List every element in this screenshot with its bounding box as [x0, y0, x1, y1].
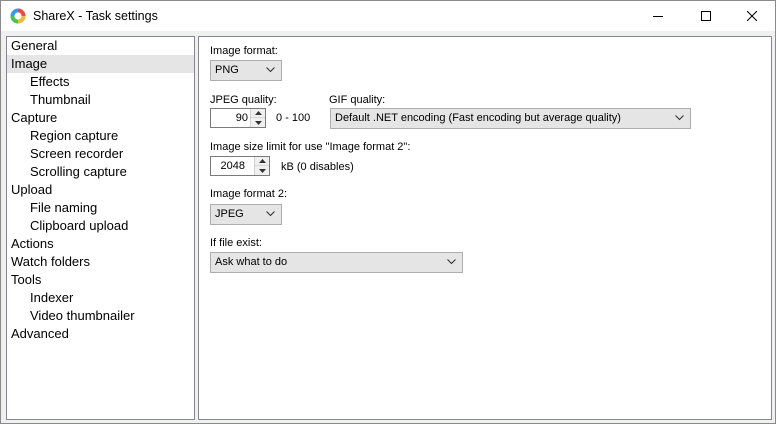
tree-item-image[interactable]: Image: [7, 55, 194, 73]
title-bar[interactable]: ShareX - Task settings: [1, 1, 775, 31]
arrow-up-icon: [258, 159, 266, 163]
gif-quality-select[interactable]: Default .NET encoding (Fast encoding but…: [330, 108, 691, 129]
size-limit-unit: kB (0 disables): [281, 161, 354, 173]
gif-quality-label: GIF quality:: [329, 94, 386, 106]
size-limit-label: Image size limit for use "Image format 2…: [210, 141, 411, 153]
spin-down-button[interactable]: [251, 118, 265, 127]
image-format-2-select[interactable]: JPEG: [210, 204, 282, 225]
tree-item-capture[interactable]: Capture: [7, 109, 194, 127]
tree-item-video-thumbnailer[interactable]: Video thumbnailer: [7, 307, 194, 325]
tree-item-label: General: [11, 38, 58, 53]
maximize-button[interactable]: [683, 1, 729, 31]
sharex-logo-icon: [10, 8, 26, 24]
spin-up-button[interactable]: [251, 109, 265, 118]
tree-item-general[interactable]: General: [7, 37, 194, 55]
task-settings-window: ShareX - Task settings General Image Eff…: [0, 0, 776, 424]
tree-item-region-capture[interactable]: Region capture: [7, 127, 194, 145]
settings-tree[interactable]: General Image Effects Thumbnail Capture …: [6, 36, 195, 420]
spin-down-button[interactable]: [255, 166, 269, 175]
tree-item-effects[interactable]: Effects: [7, 73, 194, 91]
arrow-down-icon: [254, 120, 262, 125]
tree-item-label: Capture: [11, 110, 58, 125]
tree-item-label: Thumbnail: [30, 92, 91, 107]
size-limit-value: 2048: [220, 160, 245, 172]
tree-item-label: Upload: [11, 182, 53, 197]
minimize-button[interactable]: [635, 1, 681, 31]
tree-item-label: Indexer: [30, 290, 74, 305]
tree-item-upload[interactable]: Upload: [7, 181, 194, 199]
tree-item-indexer[interactable]: Indexer: [7, 289, 194, 307]
tree-item-advanced[interactable]: Advanced: [7, 325, 194, 343]
tree-item-clipboard-upload[interactable]: Clipboard upload: [7, 217, 194, 235]
chevron-down-icon: [675, 115, 684, 121]
size-limit-spin-buttons: [254, 157, 269, 175]
spin-up-button[interactable]: [255, 157, 269, 166]
if-file-exist-label: If file exist:: [210, 237, 262, 249]
arrow-up-icon: [254, 111, 262, 115]
tree-item-watch-folders[interactable]: Watch folders: [7, 253, 194, 271]
if-file-exist-value: Ask what to do: [215, 256, 288, 268]
tree-item-scrolling-capture[interactable]: Scrolling capture: [7, 163, 194, 181]
tree-item-label: Clipboard upload: [30, 218, 129, 233]
jpeg-quality-label: JPEG quality:: [210, 94, 277, 106]
jpeg-quality-spin-buttons: [250, 109, 265, 127]
tree-item-label: Screen recorder: [30, 146, 124, 161]
tree-item-label: File naming: [30, 200, 98, 215]
if-file-exist-select[interactable]: Ask what to do: [210, 252, 463, 273]
tree-item-label: Tools: [11, 272, 42, 287]
gif-quality-value: Default .NET encoding (Fast encoding but…: [335, 112, 621, 124]
tree-item-tools[interactable]: Tools: [7, 271, 194, 289]
tree-item-label: Region capture: [30, 128, 119, 143]
maximize-icon: [701, 11, 711, 21]
tree-item-label: Actions: [11, 236, 54, 251]
tree-item-thumbnail[interactable]: Thumbnail: [7, 91, 194, 109]
chevron-down-icon: [266, 211, 275, 217]
minimize-icon: [653, 16, 663, 17]
arrow-down-icon: [258, 168, 266, 173]
image-format-select[interactable]: PNG: [210, 60, 282, 81]
jpeg-quality-stepper[interactable]: 90: [210, 108, 266, 128]
size-limit-stepper[interactable]: 2048: [210, 156, 270, 176]
image-format-label: Image format:: [210, 45, 278, 57]
window-title: ShareX - Task settings: [33, 9, 158, 23]
tree-item-label: Image: [11, 56, 48, 71]
chevron-down-icon: [447, 259, 456, 265]
jpeg-quality-value: 90: [235, 112, 248, 124]
chevron-down-icon: [266, 67, 275, 73]
image-format-2-value: JPEG: [215, 208, 244, 220]
image-format-2-label: Image format 2:: [210, 188, 288, 200]
tree-item-screen-recorder[interactable]: Screen recorder: [7, 145, 194, 163]
tree-item-label: Scrolling capture: [30, 164, 127, 179]
tree-item-actions[interactable]: Actions: [7, 235, 194, 253]
close-button[interactable]: [729, 1, 775, 31]
tree-item-label: Advanced: [11, 326, 69, 341]
tree-item-label: Effects: [30, 74, 70, 89]
tree-item-file-naming[interactable]: File naming: [7, 199, 194, 217]
tree-item-label: Video thumbnailer: [30, 308, 135, 323]
jpeg-quality-range: 0 - 100: [276, 112, 311, 124]
image-settings-panel: Image format: PNG JPEG quality: 90 0 - 1…: [198, 36, 772, 420]
tree-item-label: Watch folders: [11, 254, 90, 269]
close-icon: [747, 11, 757, 21]
image-format-value: PNG: [215, 64, 239, 76]
